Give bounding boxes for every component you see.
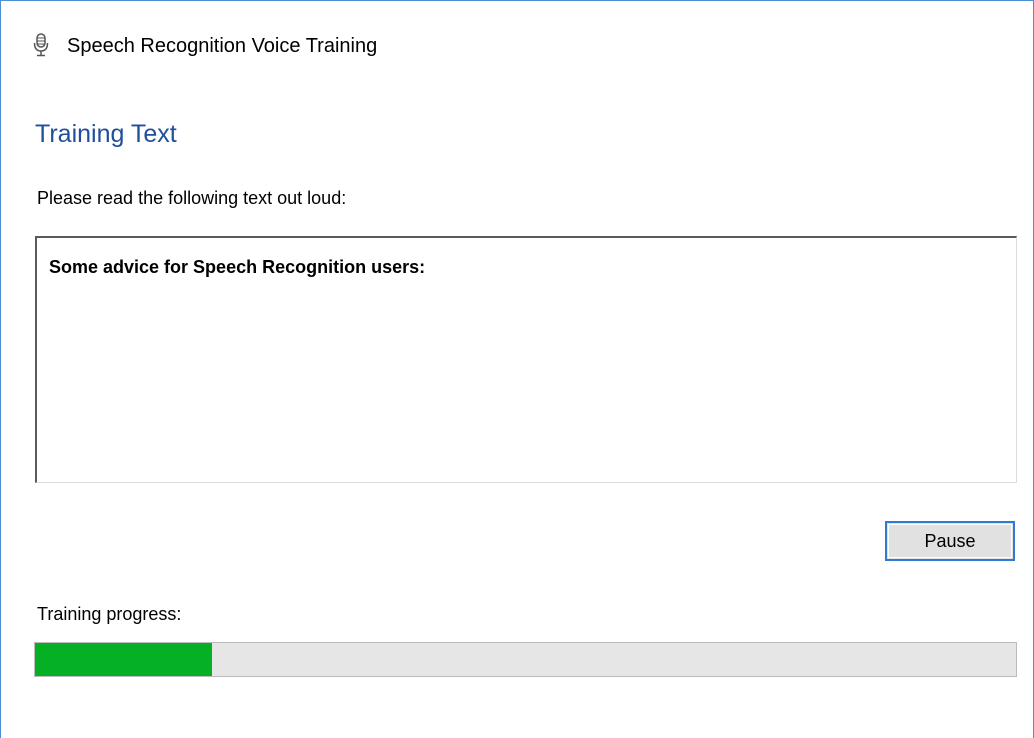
training-text-box: Some advice for Speech Recognition users… [35, 236, 1017, 483]
window-title: Speech Recognition Voice Training [67, 35, 378, 57]
page-heading: Training Text [35, 120, 177, 148]
instruction-text: Please read the following text out loud: [37, 188, 347, 208]
microphone-icon [33, 33, 49, 57]
training-progress-bar [34, 642, 1017, 677]
pause-button[interactable]: Pause [885, 521, 1015, 561]
title-bar: Speech Recognition Voice Training [1, 1, 1033, 87]
progress-label: Training progress: [37, 604, 182, 624]
speech-training-window: Speech Recognition Voice Training Traini… [0, 0, 1034, 738]
training-text-content: Some advice for Speech Recognition users… [49, 257, 426, 277]
progress-bar-fill [35, 643, 212, 676]
